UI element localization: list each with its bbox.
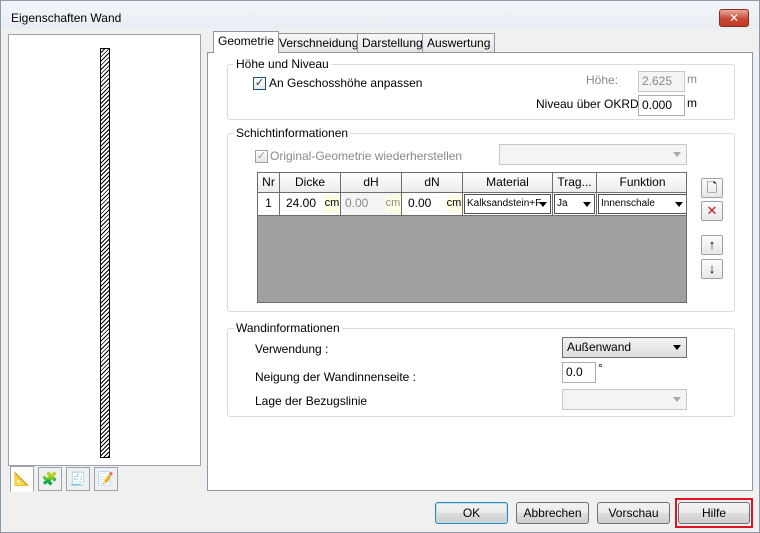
schicht-title: Schichtinformationen [234, 126, 351, 140]
arrow-down-icon: ↓ [708, 261, 716, 276]
title-bar: Eigenschaften Wand ✕ [1, 1, 759, 29]
hoehe-unit: m [687, 72, 697, 86]
neigung-label: Neigung der Wandinnenseite : [255, 370, 416, 384]
close-button[interactable]: ✕ [719, 9, 749, 27]
help-button[interactable]: Hilfe [678, 502, 750, 524]
col-header-dicke: Dicke [280, 173, 341, 193]
col-header-material: Material [463, 173, 553, 193]
tab-verschneidung[interactable]: Verschneidung [274, 33, 364, 52]
hoehe-niveau-title: Höhe und Niveau [234, 57, 331, 71]
cell-dh[interactable]: 0.00 cm [341, 193, 402, 216]
properties-dialog: Eigenschaften Wand ✕ 📐 🧩 🧾 📝 Geometrie V… [0, 0, 760, 533]
arrow-up-icon: ↑ [708, 237, 716, 252]
dicke-value[interactable]: 24.00 [283, 195, 316, 213]
funktion-select[interactable]: Innenschale [598, 194, 686, 214]
original-geometrie-checkbox[interactable]: ✓ [255, 150, 268, 163]
wall-hatch-preview [100, 48, 110, 458]
col-header-funktion: Funktion [597, 173, 686, 193]
cell-dn[interactable]: 0.00 cm [402, 193, 463, 216]
wall-preview [8, 34, 201, 466]
dh-value[interactable]: 0.00 [342, 195, 368, 213]
delete-icon: ✕ [706, 203, 718, 218]
cell-material[interactable]: Kalksandstein+F [463, 193, 553, 216]
material-select[interactable]: Kalksandstein+F [464, 194, 551, 214]
geschosshoehe-label: An Geschosshöhe anpassen [269, 76, 423, 90]
notes-icon[interactable]: 📝 [94, 467, 118, 491]
tab-auswertung[interactable]: Auswertung [422, 33, 496, 52]
trag-select[interactable]: Ja [554, 194, 595, 214]
preview-button[interactable]: Vorschau [597, 502, 670, 524]
dn-value[interactable]: 0.00 [405, 195, 431, 213]
col-header-dn: dN [402, 173, 463, 193]
cell-funktion[interactable]: Innenschale [597, 193, 686, 216]
objects-icon[interactable]: 🧩 [38, 467, 62, 491]
schicht-combo[interactable] [499, 144, 687, 165]
move-down-button[interactable]: ↓ [701, 259, 723, 279]
tab-geometrie[interactable]: Geometrie [213, 31, 280, 53]
niveau-unit: m [687, 96, 697, 110]
move-up-button[interactable]: ↑ [701, 235, 723, 255]
lage-select[interactable] [562, 389, 687, 410]
verwendung-select[interactable]: Außenwand [562, 337, 687, 358]
ruler-icon[interactable]: 📐 [10, 466, 34, 492]
properties-icon[interactable]: 🧾 [66, 467, 90, 491]
dicke-unit: cm [324, 195, 340, 213]
chevron-down-icon [673, 152, 681, 157]
chevron-down-icon [539, 202, 547, 207]
original-geometrie-label: Original-Geometrie wiederherstellen [270, 149, 463, 163]
cell-nr: 1 [258, 193, 280, 216]
col-header-nr: Nr [258, 173, 280, 193]
chevron-down-icon [583, 202, 591, 207]
layer-grid: Nr Dicke dH dN Material Trag... Funktion… [257, 172, 687, 303]
delete-layer-button[interactable]: ✕ [701, 201, 723, 221]
verwendung-label: Verwendung : [255, 342, 329, 356]
window-title: Eigenschaften Wand [11, 11, 122, 25]
lage-label: Lage der Bezugslinie [255, 394, 368, 408]
chevron-down-icon [673, 345, 681, 350]
cancel-button[interactable]: Abbrechen [516, 502, 589, 524]
ok-button[interactable]: OK [435, 502, 508, 524]
hoehe-label: Höhe: [586, 73, 619, 87]
cell-dicke[interactable]: 24.00 cm [280, 193, 341, 216]
preview-tab-strip: 📐 🧩 🧾 📝 [8, 466, 201, 493]
dn-unit: cm [446, 195, 462, 213]
new-layer-icon: 🗋 [706, 180, 718, 195]
col-header-dh: dH [341, 173, 402, 193]
niveau-field[interactable]: 0.000 [638, 95, 685, 116]
chevron-down-icon [673, 397, 681, 402]
neigung-field[interactable]: 0.0 [562, 362, 596, 383]
cell-trag[interactable]: Ja [553, 193, 597, 216]
col-header-trag: Trag... [553, 173, 597, 193]
chevron-down-icon [675, 202, 683, 207]
tab-darstellung[interactable]: Darstellung [357, 33, 428, 52]
wand-title: Wandinformationen [234, 321, 342, 335]
neigung-unit: ° [598, 361, 603, 375]
dh-unit: cm [385, 195, 401, 213]
geschosshoehe-checkbox[interactable]: ✓ [253, 77, 266, 90]
new-layer-button[interactable]: 🗋 [701, 178, 723, 198]
hoehe-field[interactable]: 2.625 [638, 71, 685, 92]
niveau-label: Niveau über OKRD: [536, 97, 643, 111]
